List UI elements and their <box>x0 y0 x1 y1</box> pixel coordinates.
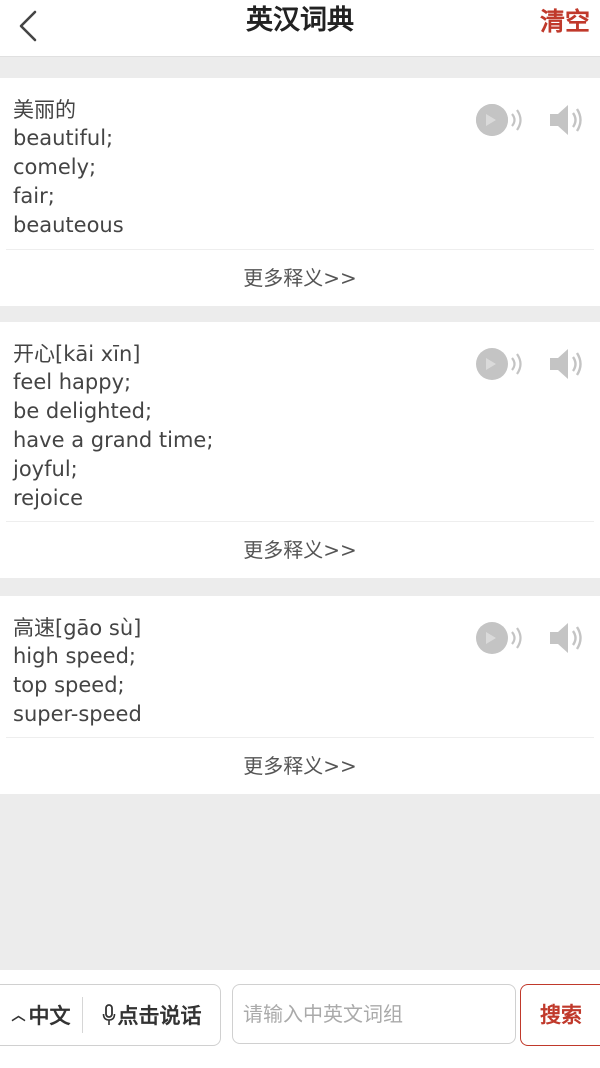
speaker-button[interactable] <box>546 618 586 658</box>
speaker-button[interactable] <box>546 344 586 384</box>
audio-controls <box>472 100 586 140</box>
language-label: 中文 <box>28 1004 71 1028</box>
audio-controls <box>472 618 586 658</box>
result-card: 美丽的 beautiful; comely; fair; beauteous 更… <box>0 78 600 306</box>
microphone-icon <box>102 1004 115 1025</box>
page-title: 英汉词典 <box>246 5 354 36</box>
result-word: 高速[gāo sù] <box>13 616 142 640</box>
result-meaning: be delighted; <box>13 399 153 423</box>
speaker-button[interactable] <box>546 100 586 140</box>
result-meaning: super-speed <box>13 702 142 726</box>
result-card: 开心[kāi xīn] feel happy; be delighted; ha… <box>0 322 600 578</box>
result-word: 美丽的 <box>13 98 76 122</box>
result-card: 高速[gāo sù] high speed; top speed; super-… <box>0 596 600 794</box>
audio-controls <box>472 344 586 384</box>
result-meaning: top speed; <box>13 673 125 697</box>
more-definitions-button[interactable]: 更多释义>> <box>6 249 594 306</box>
search-input[interactable] <box>232 984 516 1044</box>
speaker-icon <box>550 623 582 653</box>
speaker-icon <box>550 105 582 135</box>
result-meaning: beauteous <box>13 213 124 237</box>
result-content: 开心[kāi xīn] feel happy; be delighted; ha… <box>13 340 490 513</box>
result-content: 美丽的 beautiful; comely; fair; beauteous <box>13 96 490 240</box>
bottom-input-bar: ︿ 中文 点击说话 搜索 <box>0 970 600 1068</box>
result-meaning: have a grand time; <box>13 428 214 452</box>
result-meaning: comely; <box>13 155 97 179</box>
voice-label: 点击说话 <box>117 1004 202 1028</box>
more-definitions-button[interactable]: 更多释义>> <box>6 521 594 578</box>
slow-speak-icon <box>476 104 522 136</box>
speaker-icon <box>550 349 582 379</box>
search-button[interactable]: 搜索 <box>520 984 600 1046</box>
result-meaning: joyful; <box>13 457 78 481</box>
slow-speak-icon <box>476 622 522 654</box>
more-definitions-button[interactable]: 更多释义>> <box>6 737 594 794</box>
slow-speak-button[interactable] <box>472 344 528 384</box>
slow-speak-button[interactable] <box>472 100 528 140</box>
result-meaning: feel happy; <box>13 370 132 394</box>
app-header: 英汉词典 清空 <box>0 0 600 57</box>
slow-speak-icon <box>476 348 522 380</box>
clear-button[interactable]: 清空 <box>540 2 590 42</box>
result-meaning: rejoice <box>13 486 84 510</box>
language-voice-group: ︿ 中文 点击说话 <box>0 984 221 1046</box>
result-meaning: beautiful; <box>13 126 114 150</box>
slow-speak-button[interactable] <box>472 618 528 658</box>
result-word: 开心[kāi xīn] <box>13 342 141 366</box>
voice-input-button[interactable]: 点击说话 <box>83 985 220 1045</box>
result-meaning: fair; <box>13 184 55 208</box>
chevron-up-icon: ︿ <box>11 1008 26 1024</box>
result-content: 高速[gāo sù] high speed; top speed; super-… <box>13 614 490 729</box>
result-meaning: high speed; <box>13 644 136 668</box>
language-toggle[interactable]: ︿ 中文 <box>0 985 82 1045</box>
